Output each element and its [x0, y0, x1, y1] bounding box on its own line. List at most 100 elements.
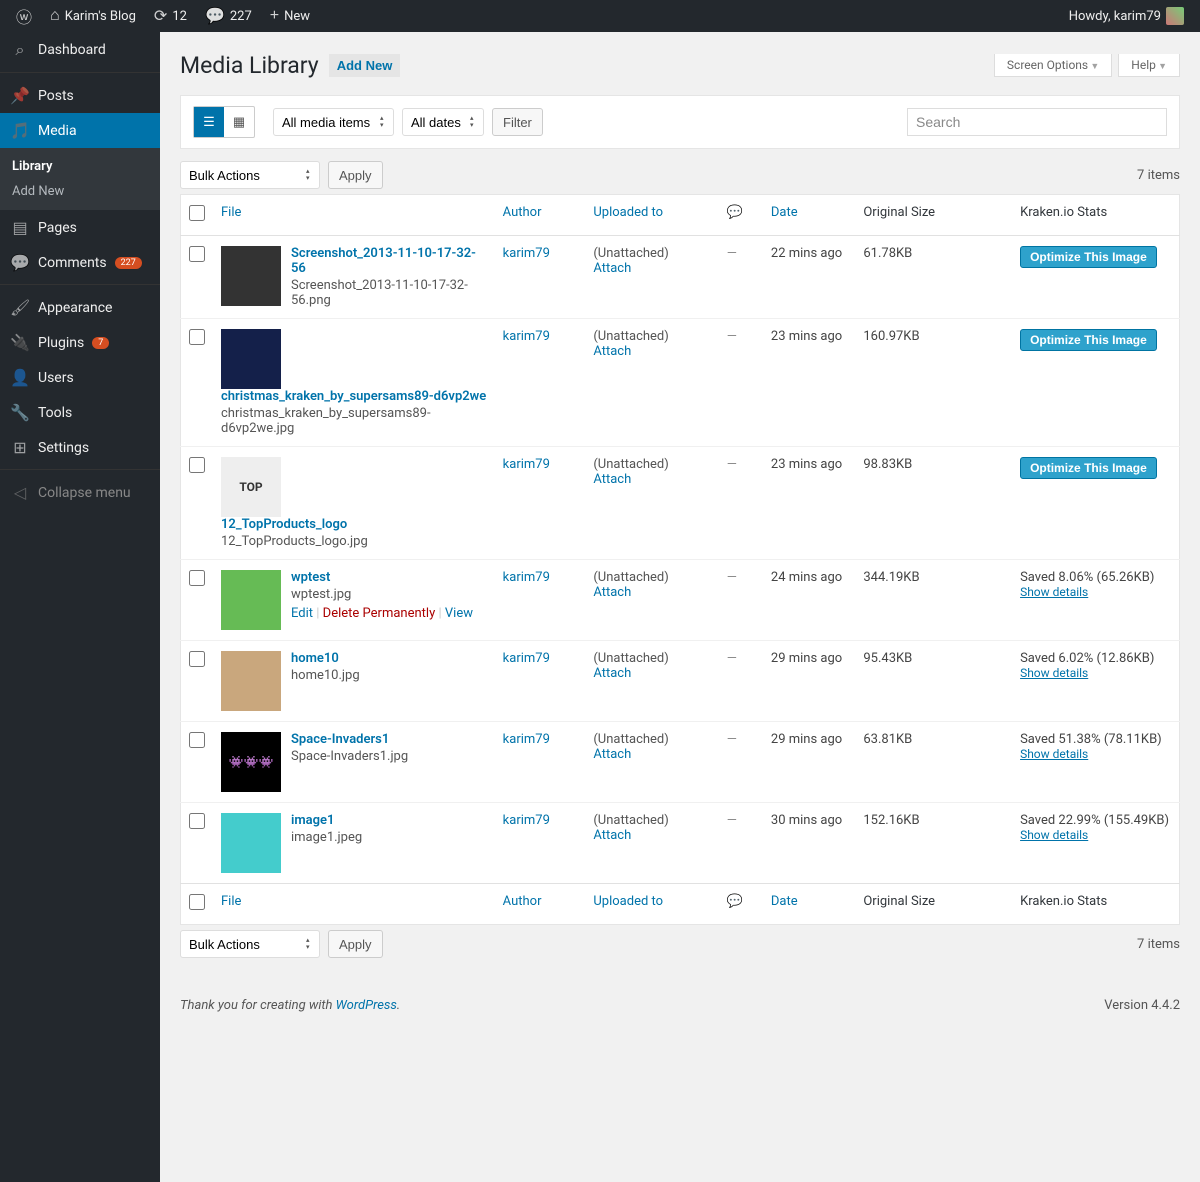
thumbnail[interactable] [221, 329, 281, 389]
file-title-link[interactable]: home10 [291, 651, 487, 666]
attach-link[interactable]: Attach [593, 472, 631, 487]
author-link[interactable]: karim79 [503, 246, 550, 261]
sidebar-item-appearance[interactable]: 🖌Appearance [0, 290, 160, 325]
author-link[interactable]: karim79 [503, 457, 550, 472]
thumbnail[interactable] [221, 813, 281, 873]
optimize-button[interactable]: Optimize This Image [1020, 457, 1157, 479]
site-link[interactable]: ⌂Karim's Blog [42, 0, 144, 32]
attach-link[interactable]: Attach [593, 747, 631, 762]
file-title-link[interactable]: Space-Invaders1 [291, 732, 487, 747]
show-details-link[interactable]: Show details [1020, 747, 1088, 761]
attach-link[interactable]: Attach [593, 585, 631, 600]
author-link[interactable]: karim79 [503, 651, 550, 666]
thumbnail[interactable] [221, 246, 281, 306]
file-title-link[interactable]: image1 [291, 813, 487, 828]
unattached-label: (Unattached) [593, 732, 710, 747]
sidebar-item-posts[interactable]: 📌Posts [0, 78, 160, 113]
row-checkbox[interactable] [189, 329, 205, 345]
plus-icon: + [270, 7, 279, 25]
file-title-link[interactable]: 12_TopProducts_logo [221, 517, 487, 532]
attach-link[interactable]: Attach [593, 828, 631, 843]
file-title-link[interactable]: Screenshot_2013-11-10-17-32-56 [291, 246, 487, 276]
home-icon: ⌂ [50, 7, 60, 25]
author-link[interactable]: karim79 [503, 570, 550, 585]
view-link[interactable]: View [445, 606, 473, 621]
list-view-button[interactable]: ☰ [194, 107, 224, 137]
sidebar-item-plugins[interactable]: 🔌Plugins7 [0, 325, 160, 360]
main-content: Media Library Add New Screen Options Hel… [160, 32, 1200, 1053]
filter-button[interactable]: Filter [492, 108, 543, 136]
sidebar-item-media[interactable]: 🎵Media [0, 113, 160, 148]
col-uploaded-to[interactable]: Uploaded to [585, 195, 718, 236]
thumbnail[interactable]: TOP [221, 457, 281, 517]
sidebar-item-pages[interactable]: ▤Pages [0, 210, 160, 245]
edit-link[interactable]: Edit [291, 606, 313, 621]
sidebar-item-comments[interactable]: 💬Comments227 [0, 245, 160, 280]
updates-link[interactable]: ⟳12 [146, 0, 195, 32]
show-details-link[interactable]: Show details [1020, 666, 1088, 680]
howdy-link[interactable]: Howdy, karim79 [1061, 0, 1192, 32]
media-type-select[interactable]: All media items [273, 108, 394, 136]
show-details-link[interactable]: Show details [1020, 585, 1088, 599]
grid-view-button[interactable]: ▦ [224, 107, 254, 137]
footer-thanks: Thank you for creating with WordPress. [180, 998, 400, 1013]
sidebar-collapse[interactable]: ◁Collapse menu [0, 475, 160, 510]
optimize-button[interactable]: Optimize This Image [1020, 329, 1157, 351]
file-title-link[interactable]: christmas_kraken_by_supersams89-d6vp2we [221, 389, 487, 404]
col-author-foot[interactable]: Author [495, 884, 586, 925]
col-uploaded-to-foot[interactable]: Uploaded to [585, 884, 718, 925]
col-comments-foot[interactable]: 💬 [719, 884, 763, 925]
search-input[interactable] [907, 108, 1167, 136]
row-checkbox[interactable] [189, 457, 205, 473]
kraken-saved-text: Saved 8.06% (65.26KB) [1020, 570, 1171, 585]
new-content-link[interactable]: +New [262, 0, 318, 32]
attach-link[interactable]: Attach [593, 344, 631, 359]
row-checkbox[interactable] [189, 651, 205, 667]
optimize-button[interactable]: Optimize This Image [1020, 246, 1157, 268]
col-author[interactable]: Author [495, 195, 586, 236]
bulk-actions-select-bottom[interactable]: Bulk Actions [180, 930, 320, 958]
row-checkbox[interactable] [189, 732, 205, 748]
file-title-link[interactable]: wptest [291, 570, 487, 585]
sidebar-item-settings[interactable]: ⊞Settings [0, 430, 160, 465]
show-details-link[interactable]: Show details [1020, 828, 1088, 842]
attach-link[interactable]: Attach [593, 261, 631, 276]
add-new-button[interactable]: Add New [329, 54, 401, 77]
screen-options-tab[interactable]: Screen Options [994, 54, 1112, 77]
col-file[interactable]: File [213, 195, 495, 236]
author-link[interactable]: karim79 [503, 732, 550, 747]
comments-link[interactable]: 💬227 [197, 0, 260, 32]
sidebar-item-tools[interactable]: 🔧Tools [0, 395, 160, 430]
footer-wp-link[interactable]: WordPress [336, 998, 397, 1013]
author-link[interactable]: karim79 [503, 329, 550, 344]
row-checkbox[interactable] [189, 246, 205, 262]
sidebar-subitem-addnew[interactable]: Add New [0, 179, 160, 204]
bulk-actions-select-top[interactable]: Bulk Actions [180, 161, 320, 189]
apply-button-bottom[interactable]: Apply [328, 930, 383, 958]
sidebar-item-dashboard[interactable]: ⌕Dashboard [0, 32, 160, 68]
attach-link[interactable]: Attach [593, 666, 631, 681]
apply-button-top[interactable]: Apply [328, 161, 383, 189]
file-name: home10.jpg [291, 668, 487, 683]
date-select[interactable]: All dates [402, 108, 484, 136]
col-date-foot[interactable]: Date [763, 884, 855, 925]
footer-version: Version 4.4.2 [1104, 998, 1180, 1013]
select-all-bottom[interactable] [189, 894, 205, 910]
col-comments-icon[interactable]: 💬 [719, 195, 763, 236]
row-checkbox[interactable] [189, 813, 205, 829]
sidebar-item-users[interactable]: 👤Users [0, 360, 160, 395]
sidebar-subitem-library[interactable]: Library [0, 154, 160, 179]
thumbnail[interactable]: 👾👾👾 [221, 732, 281, 792]
row-checkbox[interactable] [189, 570, 205, 586]
select-all-top[interactable] [189, 205, 205, 221]
help-tab[interactable]: Help [1118, 54, 1180, 77]
col-file-foot[interactable]: File [213, 884, 495, 925]
delete-link[interactable]: Delete Permanently [323, 606, 436, 621]
thumbnail[interactable] [221, 651, 281, 711]
thumbnail[interactable] [221, 570, 281, 630]
wp-logo[interactable]: ⓦ [8, 0, 40, 32]
comment-icon: 💬 [205, 6, 225, 26]
author-link[interactable]: karim79 [503, 813, 550, 828]
col-date[interactable]: Date [763, 195, 855, 236]
unattached-label: (Unattached) [593, 570, 710, 585]
